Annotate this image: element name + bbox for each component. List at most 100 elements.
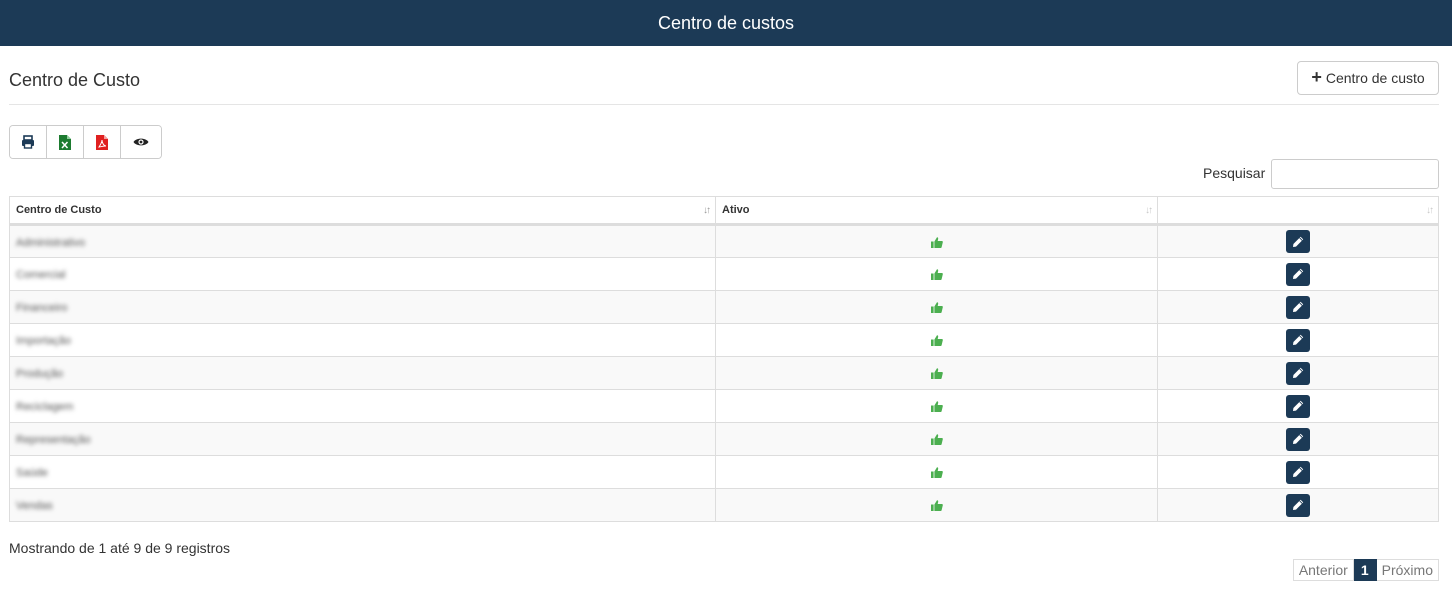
cost-center-name: Representação [16, 434, 91, 446]
pencil-icon [1293, 466, 1304, 477]
next-page-button[interactable]: Próximo [1376, 559, 1439, 581]
cost-center-name: Administrativo [16, 236, 86, 249]
table-row: Financeiro [9, 290, 1439, 324]
cost-center-cell: Vendas [9, 488, 716, 522]
edit-button[interactable] [1286, 328, 1310, 352]
pagination: Anterior 1 Próximo [1292, 559, 1439, 581]
active-cell [715, 356, 1158, 390]
cost-center-name: Saúde [16, 467, 48, 479]
page-1-button[interactable]: 1 [1353, 559, 1377, 581]
table-row: Saúde [9, 455, 1439, 489]
header-title: Centro de custos [657, 13, 795, 33]
cost-center-table: Centro de Custo ↓↑ Ativo ↓↑ ↓↑ Administr… [9, 196, 1439, 522]
cost-center-cell: Reciclagem [9, 389, 716, 423]
cost-center-name: Importação [16, 335, 72, 347]
actions-cell [1157, 389, 1439, 423]
cost-center-cell: Representação [9, 422, 716, 456]
pencil-icon [1293, 400, 1304, 411]
sort-asc-icon: ↓↑ [703, 205, 711, 216]
thumbs-up-icon [930, 237, 943, 248]
edit-button[interactable] [1286, 394, 1310, 418]
divider [9, 104, 1439, 105]
column-header-cost-center[interactable]: Centro de Custo ↓↑ [9, 196, 716, 226]
active-cell [715, 323, 1158, 357]
edit-button[interactable] [1286, 295, 1310, 319]
column-header-actions[interactable]: ↓↑ [1157, 196, 1439, 226]
sort-icon: ↓↑ [1426, 205, 1434, 216]
table-row: Administrativo [9, 224, 1439, 258]
app-header: Centro de custos [0, 0, 1452, 46]
sort-icon: ↓↑ [1145, 205, 1153, 216]
table-row: Comercial [9, 257, 1439, 291]
actions-cell [1157, 224, 1439, 258]
pencil-icon [1293, 367, 1304, 378]
cost-center-cell: Saúde [9, 455, 716, 489]
print-icon [22, 135, 34, 149]
edit-button[interactable] [1286, 262, 1310, 286]
pencil-icon [1293, 301, 1304, 312]
pencil-icon [1293, 334, 1304, 345]
eye-icon [133, 138, 149, 146]
cost-center-cell: Administrativo [9, 224, 716, 258]
actions-cell [1157, 257, 1439, 291]
thumbs-up-icon [930, 467, 943, 479]
thumbs-up-icon [930, 401, 943, 413]
active-cell [715, 389, 1158, 423]
thumbs-up-icon [930, 434, 943, 446]
table-row: Vendas [9, 488, 1439, 522]
pencil-icon [1293, 268, 1304, 279]
cost-center-cell: Produção [9, 356, 716, 390]
thumbs-up-icon [930, 335, 943, 347]
table-row: Representação [9, 422, 1439, 456]
cost-center-name: Vendas [16, 500, 53, 512]
actions-cell [1157, 422, 1439, 456]
table-row: Produção [9, 356, 1439, 390]
thumbs-up-icon [930, 368, 943, 380]
thumbs-up-icon [930, 500, 943, 512]
actions-cell [1157, 323, 1439, 357]
actions-cell [1157, 488, 1439, 522]
excel-export-button[interactable] [47, 126, 84, 158]
column-visibility-button[interactable] [121, 126, 161, 158]
export-toolbar [9, 125, 162, 159]
active-cell [715, 488, 1158, 522]
active-cell [715, 290, 1158, 324]
actions-cell [1157, 455, 1439, 489]
actions-cell [1157, 356, 1439, 390]
table-info: Mostrando de 1 até 9 de 9 registros [9, 540, 231, 556]
table-body: Administrativo Comercial Financeiro Importa… [9, 224, 1439, 522]
cost-center-name: Produção [16, 368, 64, 380]
active-cell [715, 224, 1158, 258]
cost-center-name: Financeiro [16, 302, 68, 314]
edit-button[interactable] [1286, 361, 1310, 385]
cost-center-name: Reciclagem [16, 401, 74, 413]
search-label: Pesquisar [1203, 165, 1266, 181]
print-button[interactable] [10, 126, 47, 158]
active-cell [715, 455, 1158, 489]
plus-icon: + [1311, 67, 1322, 87]
pdf-export-button[interactable] [84, 126, 121, 158]
pencil-icon [1293, 236, 1304, 247]
table-row: Importação [9, 323, 1439, 357]
pdf-icon [96, 134, 108, 150]
excel-icon [59, 134, 71, 150]
table-row: Reciclagem [9, 389, 1439, 423]
table-header-row: Centro de Custo ↓↑ Ativo ↓↑ ↓↑ [9, 196, 1439, 226]
edit-button[interactable] [1286, 230, 1310, 253]
previous-page-button[interactable]: Anterior [1292, 559, 1354, 581]
pencil-icon [1293, 499, 1304, 510]
pencil-icon [1293, 433, 1304, 444]
edit-button[interactable] [1286, 427, 1310, 451]
thumbs-up-icon [930, 302, 943, 314]
actions-cell [1157, 290, 1439, 324]
active-cell [715, 422, 1158, 456]
edit-button[interactable] [1286, 493, 1310, 517]
cost-center-cell: Comercial [9, 257, 716, 291]
thumbs-up-icon [930, 269, 943, 281]
add-cost-center-button[interactable]: + Centro de custo [1297, 61, 1439, 95]
page-title: Centro de Custo [9, 70, 141, 90]
add-button-label: Centro de custo [1325, 70, 1425, 86]
edit-button[interactable] [1286, 460, 1310, 484]
search-input[interactable] [1271, 159, 1439, 189]
column-header-active[interactable]: Ativo ↓↑ [715, 196, 1158, 226]
